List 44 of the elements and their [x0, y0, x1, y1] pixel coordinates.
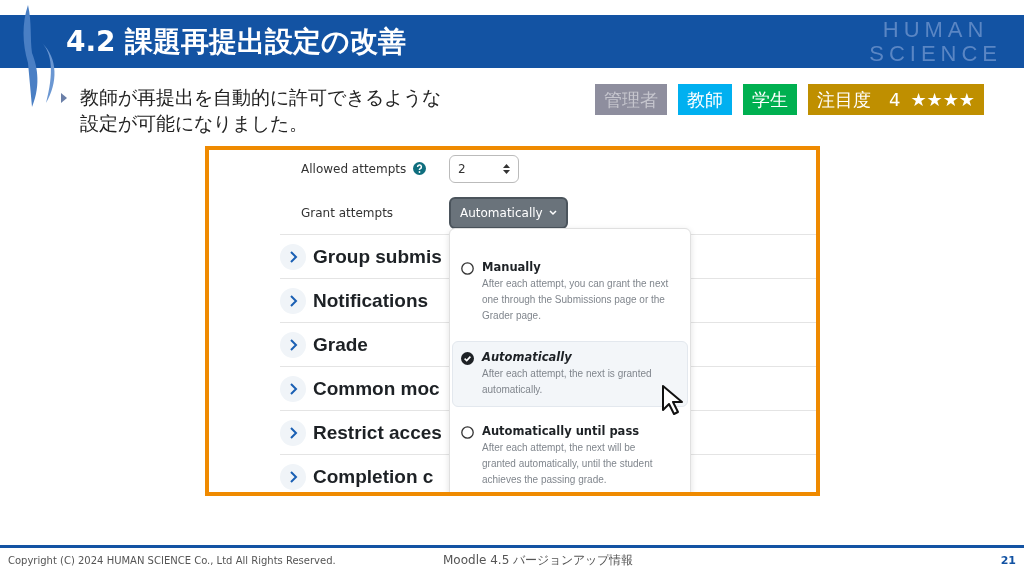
field-label: Allowed attempts [301, 162, 408, 176]
brand-text: HUMAN [882, 17, 989, 42]
page-number: 21 [1000, 553, 1016, 567]
option-title: Automatically [482, 350, 573, 364]
option-description: After each attempt, the next will be granted automatically, until the student achieves the passing grade. [482, 441, 654, 487]
field-label: Grant attempts [301, 206, 395, 220]
check-icon [461, 352, 474, 365]
bullet-text: 教師が再提出を自動的に許可できるような設定が可能になりました。 [80, 85, 442, 136]
rating-stars: ★★★★ [910, 89, 975, 110]
audience-tag: 教師 [678, 84, 732, 115]
section-heading[interactable]: Group submis [313, 245, 442, 268]
menu-option[interactable]: Automatically After each attempt, the next is granted automatically. [452, 341, 688, 407]
menu-option[interactable]: Manually After each attempt, you can grant the next one through the Submissions page or the Grader page. [452, 251, 688, 333]
attempts-select[interactable]: 2 [449, 155, 519, 183]
caret-icon [548, 210, 557, 216]
expand-icon[interactable] [280, 463, 306, 490]
copyright-text: Copyright (C) 2024 HUMAN SCIENCE Co., Ltd All Rights Reserved. [8, 554, 337, 566]
audience-tag: 管理者 [595, 84, 667, 115]
option-description: After each attempt, you can grant the next one through the Submissions page or the Grader page. [482, 277, 670, 323]
section-heading[interactable]: Notifications [313, 289, 429, 312]
brand-text: SCIENCE [869, 41, 1002, 66]
section-heading[interactable]: Restrict acces [313, 421, 442, 444]
option-title: Automatically until pass [482, 424, 641, 438]
section-heading[interactable]: Common moc [313, 377, 440, 400]
radio-icon [461, 262, 474, 275]
section-heading[interactable]: Completion c [313, 465, 434, 488]
spinner-icon [503, 164, 510, 174]
option-title: Manually [482, 260, 542, 274]
footer-title: Moodle 4.5 バージョンアップ情報 [443, 551, 635, 569]
bullet-icon [60, 93, 68, 103]
expand-icon[interactable] [280, 243, 306, 270]
radio-icon [461, 426, 474, 439]
expand-icon[interactable] [280, 331, 306, 358]
expand-icon[interactable] [280, 419, 306, 446]
option-description: After each attempt, the next is granted automatically. [482, 367, 653, 397]
expand-icon[interactable] [280, 375, 306, 402]
help-icon[interactable] [413, 162, 426, 175]
slide-title: 4.2 課題再提出設定の改善 [66, 23, 408, 60]
grant-dropdown-button[interactable]: Automatically [449, 197, 568, 229]
expand-icon[interactable] [280, 287, 306, 314]
audience-tag: 注目度 4 ★★★★ [808, 84, 984, 115]
audience-tag: 学生 [743, 84, 797, 115]
section-heading[interactable]: Grade [313, 333, 368, 356]
menu-option[interactable]: Automatically until pass After each attempt, the next will be granted automatically, until the student achieves the passing grade. [452, 415, 688, 492]
